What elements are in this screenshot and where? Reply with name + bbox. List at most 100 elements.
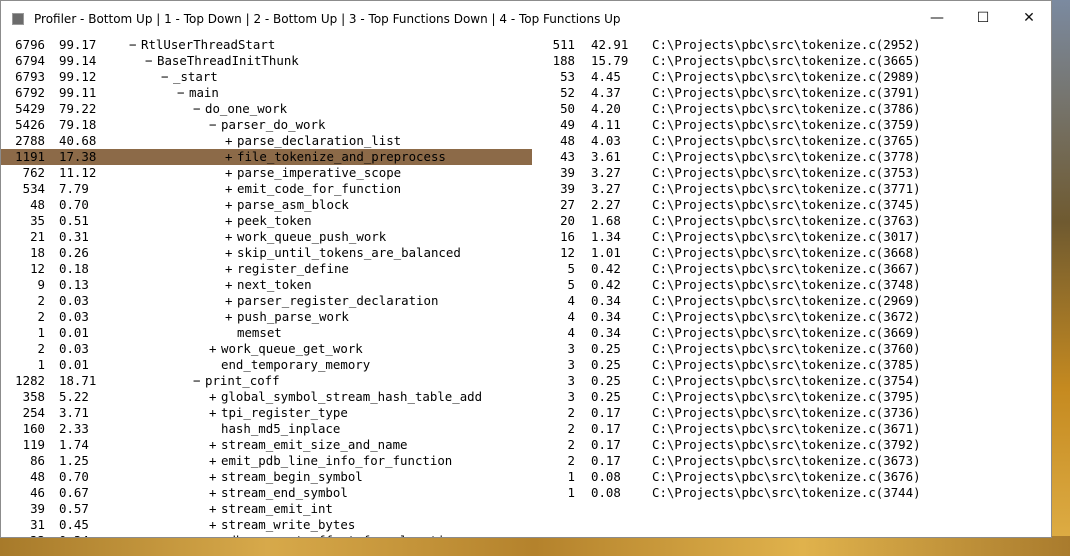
- line-row[interactable]: 52 4.37 C:\Projects\pbc\src\tokenize.c(379…: [1, 85, 1051, 101]
- line-row[interactable]: 43 3.61 C:\Projects\pbc\src\tokenize.c(377…: [1, 149, 1051, 165]
- tree-row-count: 31: [30, 517, 45, 532]
- maximize-button[interactable]: ☐: [960, 1, 1006, 34]
- line-row[interactable]: 4 0.34 C:\Projects\pbc\src\tokenize.c(2969…: [1, 293, 1051, 309]
- line-row-location: C:\Projects\pbc\src\tokenize.c(3665): [652, 53, 921, 68]
- line-row-percent: 0.34: [591, 325, 621, 340]
- line-row-location: C:\Projects\pbc\src\tokenize.c(3673): [652, 453, 921, 468]
- expand-icon[interactable]: +: [209, 501, 216, 517]
- line-row-count: 1: [567, 485, 575, 500]
- line-row-location: C:\Projects\pbc\src\tokenize.c(3017): [652, 229, 921, 244]
- line-row-percent: 4.11: [591, 117, 621, 132]
- line-row-percent: 0.08: [591, 469, 621, 484]
- expand-icon[interactable]: +: [209, 533, 216, 537]
- line-row[interactable]: 2 0.17 C:\Projects\pbc\src\tokenize.c(3671…: [1, 421, 1051, 437]
- line-row[interactable]: 2 0.17 C:\Projects\pbc\src\tokenize.c(3792…: [1, 437, 1051, 453]
- desktop-wallpaper-bottom: [0, 536, 1070, 556]
- line-row[interactable]: 12 1.01 C:\Projects\pbc\src\tokenize.c(366…: [1, 245, 1051, 261]
- line-row[interactable]: 511 42.91 C:\Projects\pbc\src\tokenize.c(2…: [1, 37, 1051, 53]
- line-row[interactable]: 39 3.27 C:\Projects\pbc\src\tokenize.c(375…: [1, 165, 1051, 181]
- line-row-location: C:\Projects\pbc\src\tokenize.c(3791): [652, 85, 921, 100]
- line-row-percent: 4.45: [591, 69, 621, 84]
- app-icon: [12, 13, 24, 25]
- expand-icon[interactable]: +: [209, 517, 216, 533]
- line-row-percent: 3.27: [591, 181, 621, 196]
- line-row-location: C:\Projects\pbc\src\tokenize.c(3668): [652, 245, 921, 260]
- line-row-percent: 0.42: [591, 277, 621, 292]
- line-row-location: C:\Projects\pbc\src\tokenize.c(3676): [652, 469, 921, 484]
- line-row-percent: 1.01: [591, 245, 621, 260]
- line-row[interactable]: 1 0.08 C:\Projects\pbc\src\tokenize.c(3676…: [1, 469, 1051, 485]
- line-row-count: 27: [560, 197, 575, 212]
- tree-row-percent: 0.57: [59, 501, 89, 516]
- line-row[interactable]: 5 0.42 C:\Projects\pbc\src\tokenize.c(3667…: [1, 261, 1051, 277]
- line-row[interactable]: 2 0.17 C:\Projects\pbc\src\tokenize.c(3736…: [1, 405, 1051, 421]
- line-row-count: 1: [567, 469, 575, 484]
- line-row-count: 2: [567, 453, 575, 468]
- tree-row-count: 23: [1, 533, 45, 537]
- line-row[interactable]: 1 0.08 C:\Projects\pbc\src\tokenize.c(3744…: [1, 485, 1051, 501]
- tree-row[interactable]: 31 0.45 + stream_write_bytes: [1, 517, 532, 533]
- line-row-percent: 0.17: [591, 437, 621, 452]
- tree-row-percent: 0.45: [59, 517, 89, 532]
- tree-row-function: pdb_current_offset_from_location: [221, 533, 460, 537]
- line-row-percent: 1.68: [591, 213, 621, 228]
- line-row-count: 43: [560, 149, 575, 164]
- line-row-percent: 15.79: [591, 53, 629, 68]
- line-row-location: C:\Projects\pbc\src\tokenize.c(3759): [652, 117, 921, 132]
- line-row-count: 39: [560, 181, 575, 196]
- line-row-location: C:\Projects\pbc\src\tokenize.c(3672): [652, 309, 921, 324]
- line-row-count: 188: [552, 53, 575, 68]
- line-row-location: C:\Projects\pbc\src\tokenize.c(3778): [652, 149, 921, 164]
- tree-row[interactable]: 23 0.34 + pdb_current_offset_from_location: [1, 533, 532, 537]
- line-row-location: C:\Projects\pbc\src\tokenize.c(3671): [652, 421, 921, 436]
- line-row-count: 5: [567, 261, 575, 276]
- line-row-location: C:\Projects\pbc\src\tokenize.c(3763): [652, 213, 921, 228]
- line-row[interactable]: 3 0.25 C:\Projects\pbc\src\tokenize.c(3795…: [1, 389, 1051, 405]
- line-row-count: 5: [567, 277, 575, 292]
- line-row-location: C:\Projects\pbc\src\tokenize.c(2989): [652, 69, 921, 84]
- line-row[interactable]: 3 0.25 C:\Projects\pbc\src\tokenize.c(3754…: [1, 373, 1051, 389]
- line-row[interactable]: 16 1.34 C:\Projects\pbc\src\tokenize.c(301…: [1, 229, 1051, 245]
- line-row-location: C:\Projects\pbc\src\tokenize.c(3745): [652, 197, 921, 212]
- line-row-percent: 3.61: [591, 149, 621, 164]
- minimize-button[interactable]: —: [914, 1, 960, 34]
- line-row[interactable]: 39 3.27 C:\Projects\pbc\src\tokenize.c(377…: [1, 181, 1051, 197]
- line-row-location: C:\Projects\pbc\src\tokenize.c(3753): [652, 165, 921, 180]
- line-row-count: 2: [567, 405, 575, 420]
- line-row[interactable]: 53 4.45 C:\Projects\pbc\src\tokenize.c(298…: [1, 69, 1051, 85]
- line-row[interactable]: 48 4.03 C:\Projects\pbc\src\tokenize.c(376…: [1, 133, 1051, 149]
- line-row-percent: 1.34: [591, 229, 621, 244]
- line-row[interactable]: 3 0.25 C:\Projects\pbc\src\tokenize.c(3760…: [1, 341, 1051, 357]
- line-row[interactable]: 27 2.27 C:\Projects\pbc\src\tokenize.c(374…: [1, 197, 1051, 213]
- desktop-wallpaper-right: [1050, 0, 1070, 556]
- close-button[interactable]: ✕: [1006, 1, 1051, 34]
- line-row-percent: 0.25: [591, 341, 621, 356]
- line-row-count: 511: [552, 37, 575, 52]
- line-row-count: 39: [560, 165, 575, 180]
- line-row-percent: 0.42: [591, 261, 621, 276]
- title-bar[interactable]: Profiler - Bottom Up | 1 - Top Down | 2 …: [1, 1, 1051, 34]
- line-row[interactable]: 5 0.42 C:\Projects\pbc\src\tokenize.c(3748…: [1, 277, 1051, 293]
- tree-row-percent: 0.34: [59, 533, 89, 537]
- line-row-percent: 0.17: [591, 453, 621, 468]
- line-row[interactable]: 20 1.68 C:\Projects\pbc\src\tokenize.c(376…: [1, 213, 1051, 229]
- profiler-window: Profiler - Bottom Up | 1 - Top Down | 2 …: [0, 0, 1052, 538]
- line-row-count: 2: [567, 421, 575, 436]
- line-row[interactable]: 50 4.20 C:\Projects\pbc\src\tokenize.c(378…: [1, 101, 1051, 117]
- line-row[interactable]: 49 4.11 C:\Projects\pbc\src\tokenize.c(375…: [1, 117, 1051, 133]
- line-row[interactable]: 188 15.79 C:\Projects\pbc\src\tokenize.c(3…: [1, 53, 1051, 69]
- line-row-percent: 0.34: [591, 309, 621, 324]
- line-row-percent: 0.25: [591, 373, 621, 388]
- line-row-location: C:\Projects\pbc\src\tokenize.c(3765): [652, 133, 921, 148]
- line-row-count: 20: [560, 213, 575, 228]
- line-row[interactable]: 4 0.34 C:\Projects\pbc\src\tokenize.c(3672…: [1, 309, 1051, 325]
- line-row[interactable]: 3 0.25 C:\Projects\pbc\src\tokenize.c(3785…: [1, 357, 1051, 373]
- tree-row-function: stream_write_bytes: [221, 517, 356, 532]
- line-row[interactable]: 4 0.34 C:\Projects\pbc\src\tokenize.c(3669…: [1, 325, 1051, 341]
- line-row-location: C:\Projects\pbc\src\tokenize.c(3795): [652, 389, 921, 404]
- tree-row[interactable]: 39 0.57 + stream_emit_int: [1, 501, 532, 517]
- line-row-count: 3: [567, 357, 575, 372]
- line-row-count: 3: [567, 373, 575, 388]
- line-row[interactable]: 2 0.17 C:\Projects\pbc\src\tokenize.c(3673…: [1, 453, 1051, 469]
- line-row-location: C:\Projects\pbc\src\tokenize.c(3785): [652, 357, 921, 372]
